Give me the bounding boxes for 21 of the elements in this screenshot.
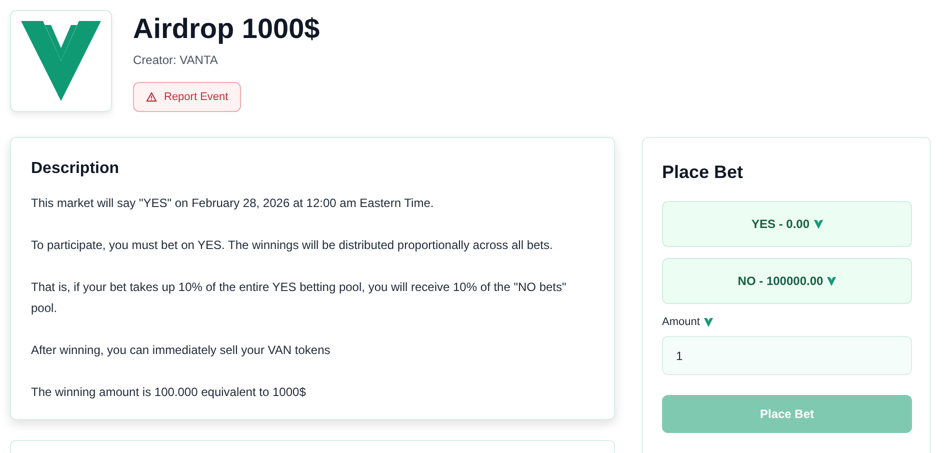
token-icon: [827, 276, 836, 286]
warning-icon: [146, 92, 157, 102]
bet-panel-heading: Place Bet: [662, 162, 744, 183]
outcome-option[interactable]: NO - 100000.00: [662, 258, 912, 304]
creator-label: Creator: VANTA: [133, 53, 218, 67]
event-title: Airdrop 1000$: [133, 12, 320, 46]
v-logo-icon: [21, 21, 101, 101]
report-event-button[interactable]: Report Event: [133, 82, 242, 112]
outcome-label: NO - 100000.00: [738, 274, 824, 288]
token-icon: [814, 220, 823, 228]
outcome-label: YES - 0.00: [751, 217, 810, 231]
description-paragraph: This market will say "YES" on February 28, 2026 at 12:00 am Eastern Time.: [31, 195, 435, 212]
description-paragraph: The winning amount is 100.000 equivalent to 1000$: [31, 384, 307, 401]
token-icon: [704, 318, 713, 326]
description-paragraph: After winning, you can immediately sell your VAN tokens: [31, 342, 332, 359]
amount-label: Amount: [662, 316, 700, 328]
outcome-option[interactable]: YES - 0.00: [662, 201, 912, 247]
amount-input[interactable]: 1: [662, 336, 912, 375]
description-paragraph: To participate, you must bet on YES. The winnings will be distributed proportionally across all bets.: [31, 237, 554, 254]
description-paragraph: That is, if your bet takes up 10% of the entire YES betting pool, you will receive 10% of the "NO bets" pool.: [31, 279, 568, 317]
description-heading: Description: [31, 160, 120, 178]
